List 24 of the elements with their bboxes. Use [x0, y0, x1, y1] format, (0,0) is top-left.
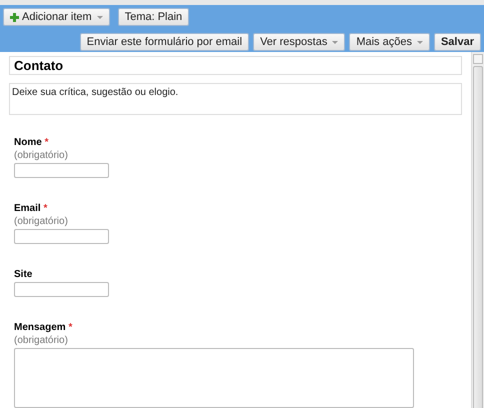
input-field[interactable]: [14, 163, 109, 178]
field-hint: (obrigatório): [14, 150, 69, 161]
message-field[interactable]: [14, 348, 414, 408]
field-label: Nome *: [14, 137, 50, 148]
form-description[interactable]: Deixe sua crítica, sugestão ou elogio.: [9, 83, 462, 115]
toolbar-button[interactable]: Ver respostas: [253, 33, 346, 51]
toolbar-button[interactable]: Salvar: [434, 33, 481, 51]
caret-icon: [332, 40, 338, 44]
field-label: Mensagem *: [14, 322, 74, 333]
field-label: Email *: [14, 203, 48, 214]
toolbar-button[interactable]: Enviar este formulário por email: [80, 33, 250, 51]
input-field[interactable]: [14, 229, 109, 244]
scrollbar[interactable]: [471, 52, 484, 408]
field-hint: (obrigatório): [14, 335, 69, 346]
caret-icon: [416, 40, 423, 44]
toolbar-button[interactable]: Tema: Plain: [118, 8, 190, 26]
plus-icon: [10, 12, 19, 22]
toolbar-button[interactable]: Adicionar item: [3, 8, 110, 26]
caret-icon: [96, 16, 103, 18]
toolbar-button[interactable]: Mais ações: [349, 33, 430, 51]
input-field[interactable]: [14, 282, 109, 297]
form-title[interactable]: Contato: [9, 56, 462, 75]
field-hint: (obrigatório): [14, 216, 69, 227]
field-label: Site: [14, 269, 34, 280]
